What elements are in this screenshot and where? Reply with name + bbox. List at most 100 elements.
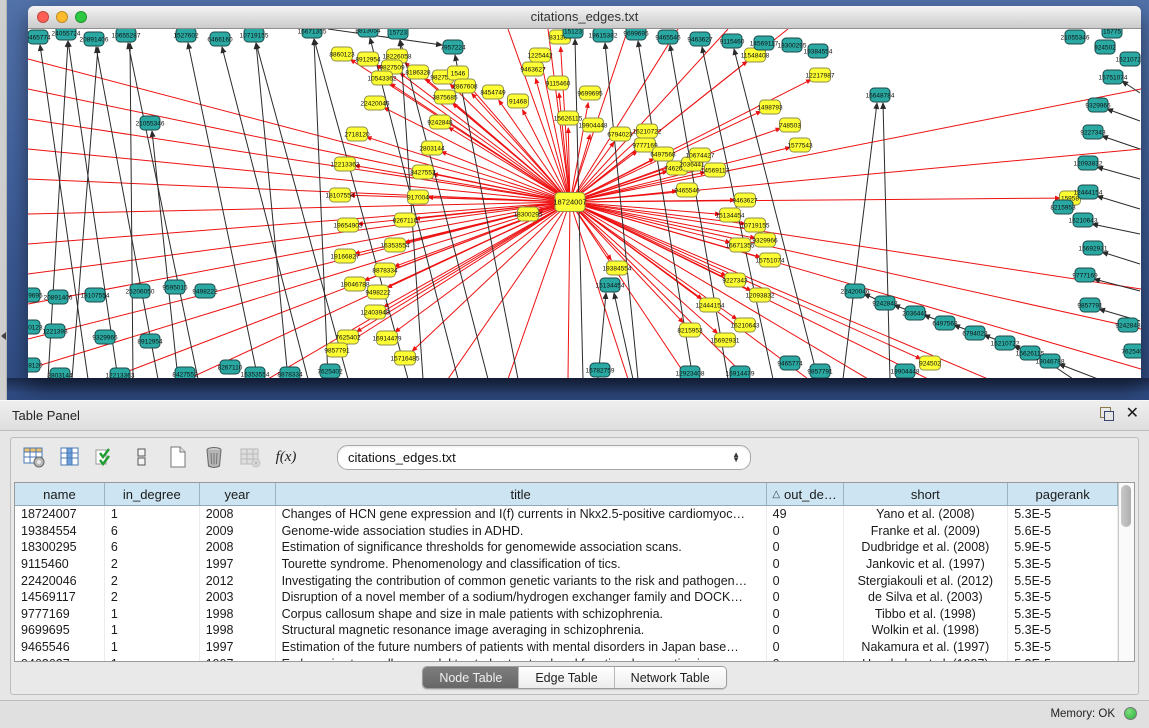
tab-edge-table[interactable]: Edge Table xyxy=(519,667,614,688)
delete-table-icon[interactable] xyxy=(237,444,263,470)
float-panel-icon[interactable] xyxy=(1100,407,1114,421)
network-node-label: 1221398 xyxy=(42,328,68,335)
network-node-label: 9595015 xyxy=(162,284,188,291)
table-row[interactable]: 969969511998Structural magnetic resonanc… xyxy=(15,622,1118,639)
network-node-label: 9465774 xyxy=(28,34,51,41)
network-edge[interactable] xyxy=(570,202,718,333)
tab-network-table[interactable]: Network Table xyxy=(615,667,726,688)
panel-collapse-arrow-icon[interactable] xyxy=(1,332,6,340)
table-cell: Stergiakouli et al. (2012) xyxy=(844,572,1009,589)
network-edge[interactable] xyxy=(508,202,570,378)
column-header-name[interactable]: name xyxy=(15,483,105,505)
table-cell: 5.6E-5 xyxy=(1008,523,1118,540)
network-node-label: 2867608 xyxy=(452,83,478,90)
table-cell: 1 xyxy=(105,622,200,639)
network-edge[interactable] xyxy=(570,202,988,378)
column-header-pagerank[interactable]: pagerank xyxy=(1008,483,1118,505)
network-edge[interactable] xyxy=(222,47,308,378)
network-edge[interactable] xyxy=(28,202,570,304)
panel-divider[interactable] xyxy=(0,0,7,400)
column-header-out_de[interactable]: △out_de… xyxy=(767,483,844,505)
new-document-icon[interactable] xyxy=(165,444,191,470)
tab-node-table[interactable]: Node Table xyxy=(423,667,519,688)
table-panel-header[interactable]: Table Panel ✕ xyxy=(0,400,1149,431)
column-header-title[interactable]: title xyxy=(276,483,767,505)
network-edge[interactable] xyxy=(1102,252,1140,264)
column-header-year[interactable]: year xyxy=(200,483,276,505)
select-all-icon[interactable] xyxy=(93,444,119,470)
rows-icon[interactable] xyxy=(129,444,155,470)
network-edge[interactable] xyxy=(1097,167,1140,179)
network-edge[interactable] xyxy=(1107,109,1140,121)
table-row[interactable]: 2242004622012Investigating the contribut… xyxy=(15,572,1118,589)
network-node-label: 8427552 xyxy=(172,371,198,378)
column-header-short[interactable]: short xyxy=(844,483,1009,505)
network-node-label: 19904448 xyxy=(579,122,608,129)
network-window-titlebar[interactable]: citations_edges.txt xyxy=(28,6,1141,29)
network-edge[interactable] xyxy=(256,43,288,378)
scrollbar-thumb[interactable] xyxy=(1121,485,1131,527)
table-cell: 5.3E-5 xyxy=(1008,639,1118,656)
table-cell: Nakamura et al. (1997) xyxy=(844,639,1009,656)
network-node-label: 16914479 xyxy=(373,335,402,342)
network-node-label: 22420046 xyxy=(841,288,870,295)
network-window[interactable]: citations_edges.txt 18724007886012389129… xyxy=(28,6,1141,378)
table-cell: 0 xyxy=(767,572,844,589)
network-edge[interactable] xyxy=(28,149,570,202)
table-row[interactable]: 946554611997Estimation of the future num… xyxy=(15,639,1118,656)
network-edge[interactable] xyxy=(570,198,1060,202)
table-row[interactable]: 1830029562008Estimation of significance … xyxy=(15,539,1118,556)
table-settings-icon[interactable] xyxy=(21,444,47,470)
network-edge[interactable] xyxy=(1097,196,1140,209)
network-edge[interactable] xyxy=(28,59,570,202)
attribute-table: namein_degreeyeartitle△out_de…shortpager… xyxy=(14,482,1135,662)
table-row[interactable]: 946362711997Embryonic stem cells: a mode… xyxy=(15,655,1118,661)
table-column-icon[interactable] xyxy=(57,444,83,470)
network-edge[interactable] xyxy=(370,38,458,378)
table-row[interactable]: 1938455462009Genome-wide association stu… xyxy=(15,523,1118,540)
network-node-label: 748503 xyxy=(779,122,801,129)
delete-trash-icon[interactable] xyxy=(201,444,227,470)
table-row[interactable]: 977716911998Corpus callosum shape and si… xyxy=(15,606,1118,623)
network-edge[interactable] xyxy=(1092,224,1140,234)
table-cell: 5.3E-5 xyxy=(1008,556,1118,573)
network-edge[interactable] xyxy=(1094,279,1140,291)
network-edge[interactable] xyxy=(883,103,890,378)
table-vertical-scrollbar[interactable] xyxy=(1118,483,1134,661)
network-node-label: 12093832 xyxy=(1074,160,1103,167)
network-node-label: 6794023 xyxy=(962,330,988,337)
network-edge[interactable] xyxy=(412,202,570,351)
table-row[interactable]: 1872400712008Changes of HCN gene express… xyxy=(15,506,1118,523)
network-edge[interactable] xyxy=(328,29,442,45)
network-graph-canvas[interactable]: 1872400788601238912954182260589827509105… xyxy=(28,29,1141,378)
memory-status-label: Memory: OK xyxy=(1050,708,1115,720)
table-cell: 2009 xyxy=(200,523,276,540)
network-node-label: 15775 xyxy=(1103,29,1121,35)
network-edge[interactable] xyxy=(400,40,423,378)
network-edge[interactable] xyxy=(314,39,408,378)
table-row[interactable]: 1456911722003Disruption of a novel membe… xyxy=(15,589,1118,606)
network-edge[interactable] xyxy=(1102,136,1140,149)
column-header-in_degree[interactable]: in_degree xyxy=(105,483,200,505)
table-cell: 1 xyxy=(105,655,200,661)
table-cell: 14569117 xyxy=(15,589,105,606)
network-edge[interactable] xyxy=(570,29,728,202)
function-builder-icon[interactable]: f(x) xyxy=(273,444,299,470)
network-node-label: 9463627 xyxy=(687,36,713,43)
network-edge[interactable] xyxy=(256,43,348,378)
table-cell: Estimation of significance thresholds fo… xyxy=(276,539,767,556)
network-node-label: 20891406 xyxy=(80,36,109,43)
network-edge[interactable] xyxy=(314,39,328,378)
network-node-label: 9857791 xyxy=(324,347,350,354)
network-node-label: 10655287 xyxy=(112,32,141,39)
network-edge[interactable] xyxy=(1059,364,1098,378)
network-edge[interactable] xyxy=(130,43,133,378)
table-row[interactable]: 911546021997Tourette syndrome. Phenomeno… xyxy=(15,556,1118,573)
network-node-label: 15123 xyxy=(564,29,582,35)
close-panel-icon[interactable]: ✕ xyxy=(1126,407,1139,421)
network-node-label: 9463627 xyxy=(520,66,546,73)
network-edge[interactable] xyxy=(449,127,570,202)
table-cell: 0 xyxy=(767,539,844,556)
network-edge[interactable] xyxy=(568,202,570,378)
table-selector-dropdown[interactable]: citations_edges.txt ▲▼ xyxy=(337,445,751,470)
